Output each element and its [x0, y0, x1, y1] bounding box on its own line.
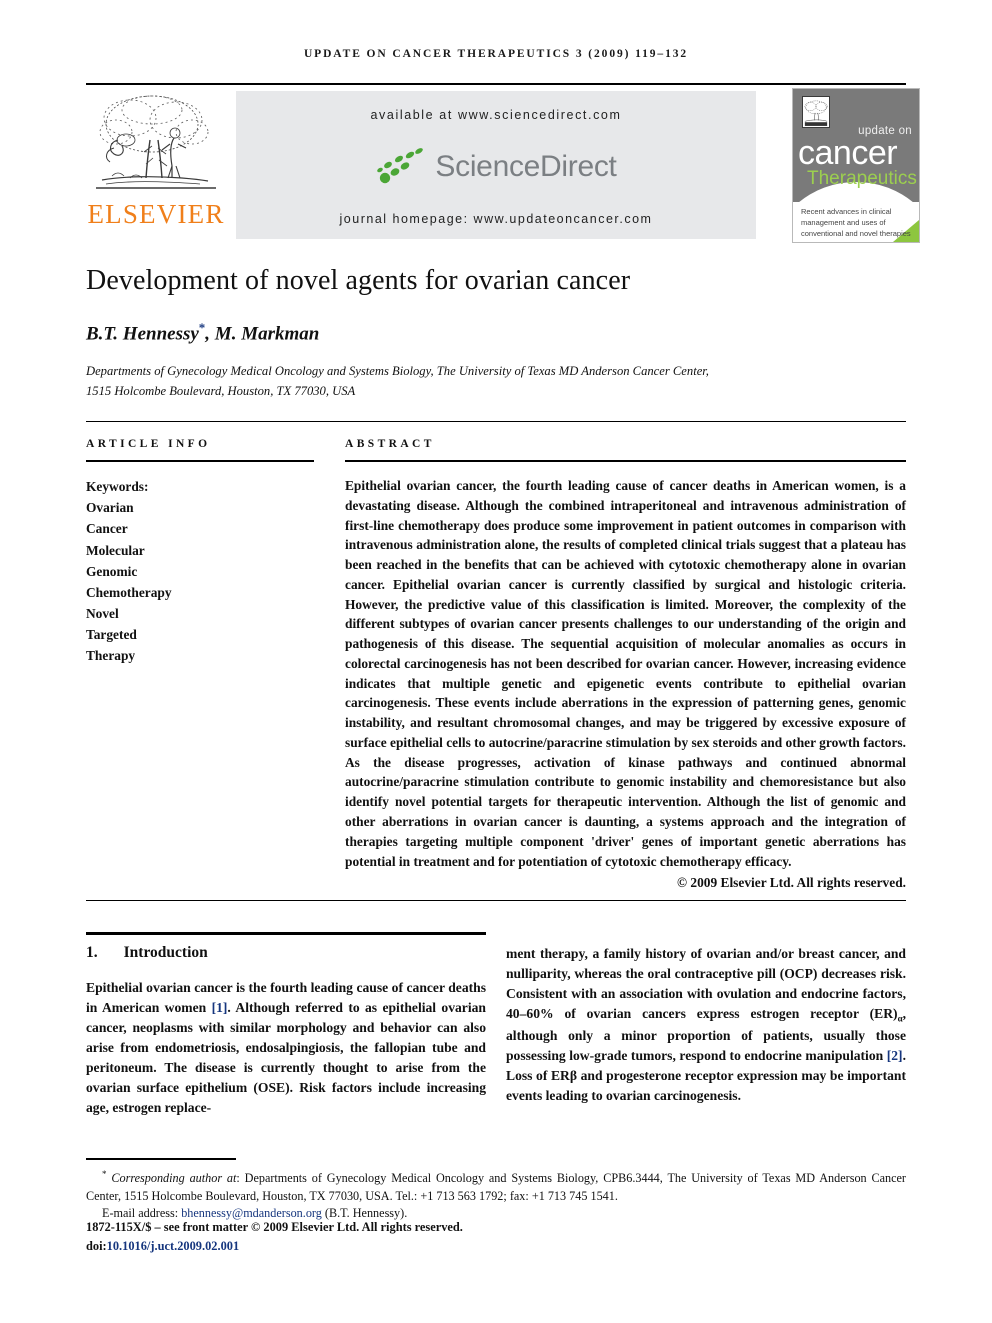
footnote-rule — [86, 1158, 236, 1160]
body-column-left: 1. Introduction Epithelial ovarian cance… — [86, 944, 486, 1118]
sciencedirect-logo: ScienceDirect — [375, 146, 617, 188]
footnote-star-marker: * — [102, 1169, 107, 1179]
sciencedirect-banner: available at www.sciencedirect.com Scien… — [236, 91, 756, 239]
affiliation-line-1: Departments of Gynecology Medical Oncolo… — [86, 364, 709, 378]
keyword-item: Therapy — [86, 648, 136, 664]
corresponding-author-label: Corresponding author at — [111, 1171, 237, 1186]
keyword-item: Molecular — [86, 542, 145, 558]
cover-therapeutics-text: Therapeutics — [807, 168, 917, 189]
article-info-column: ARTICLE INFO Keywords: Ovarian Cancer Mo… — [86, 438, 314, 667]
abstract-heading: ABSTRACT — [345, 438, 435, 450]
reference-link-1[interactable]: [1] — [212, 1000, 228, 1015]
journal-homepage-text: journal homepage: www.updateoncancer.com — [339, 212, 653, 226]
available-at-text: available at www.sciencedirect.com — [370, 108, 622, 122]
doi-link[interactable]: 10.1016/j.uct.2009.02.001 — [107, 1239, 240, 1253]
author-secondary: , M. Markman — [205, 323, 320, 345]
footnote-block: * Corresponding author at: Departments o… — [86, 1168, 906, 1223]
keywords-block: Keywords: Ovarian Cancer Molecular Genom… — [86, 476, 314, 667]
elsevier-wordmark: ELSEVIER — [87, 199, 225, 229]
doi-prefix: doi: — [86, 1238, 107, 1253]
section-title: Introduction — [123, 944, 208, 961]
author-list: B.T. Hennessy*, M. Markman — [86, 320, 886, 345]
mid-rule — [86, 421, 906, 422]
keywords-label: Keywords: — [86, 479, 149, 494]
section-heading: 1. Introduction — [86, 944, 486, 962]
abstract-text: Epithelial ovarian cancer, the fourth le… — [345, 478, 906, 869]
journal-article-page: Update on Cancer Therapeutics 3 (2009) 1… — [0, 0, 992, 1323]
keyword-item: Targeted — [86, 627, 137, 643]
journal-cover-thumbnail: update on cancer Therapeutics Recent adv… — [792, 88, 920, 243]
elsevier-logo: ELSEVIER — [86, 88, 226, 243]
keyword-item: Genomic — [86, 563, 138, 579]
article-title: Development of novel agents for ovarian … — [86, 265, 631, 296]
abstract-column: ABSTRACT Epithelial ovarian cancer, the … — [345, 438, 906, 891]
reference-link-2[interactable]: [2] — [887, 1048, 903, 1063]
section-number: 1. — [86, 944, 98, 961]
affiliation: Departments of Gynecology Medical Oncolo… — [86, 362, 826, 401]
intro-paragraph-left: Epithelial ovarian cancer is the fourth … — [86, 978, 486, 1118]
section-top-rule — [86, 932, 486, 935]
issn-copyright-block: 1872-115X/$ – see front matter © 2009 El… — [86, 1218, 906, 1255]
affiliation-line-2: 1515 Holcombe Boulevard, Houston, TX 770… — [86, 383, 356, 398]
intro-paragraph-right: ment therapy, a family history of ovaria… — [506, 944, 906, 1106]
keyword-item: Novel — [86, 606, 119, 622]
abstract-rule — [345, 460, 906, 462]
body-column-right: ment therapy, a family history of ovaria… — [506, 944, 906, 1106]
sciencedirect-wordmark: ScienceDirect — [435, 150, 617, 183]
doi-line: doi:10.1016/j.uct.2009.02.001 — [86, 1237, 906, 1256]
intro-text-part-2: . Although referred to as epithelial ova… — [86, 999, 486, 1115]
keyword-item: Ovarian — [86, 500, 134, 516]
abstract-bottom-rule — [86, 900, 906, 901]
keyword-item: Chemotherapy — [86, 584, 172, 600]
top-rule — [86, 83, 906, 85]
masthead: ELSEVIER available at www.sciencedirect.… — [86, 88, 920, 243]
issn-front-matter: 1872-115X/$ – see front matter © 2009 El… — [86, 1220, 463, 1234]
article-info-heading: ARTICLE INFO — [86, 438, 211, 450]
cover-tagline: Recent advances in clinical management a… — [801, 207, 911, 238]
cover-cancer-text: cancer — [798, 134, 898, 172]
article-info-rule — [86, 460, 314, 462]
author-primary: B.T. Hennessy — [86, 323, 199, 345]
elsevier-tree-icon — [96, 88, 216, 200]
intro-text-part-3: ment therapy, a family history of ovaria… — [506, 946, 906, 1021]
running-head: Update on Cancer Therapeutics 3 (2009) 1… — [303, 48, 689, 60]
sciencedirect-leaf-icon — [377, 148, 424, 184]
keyword-item: Cancer — [86, 521, 128, 537]
abstract-copyright: © 2009 Elsevier Ltd. All rights reserved… — [677, 875, 906, 891]
cover-elsevier-icon — [802, 96, 830, 128]
